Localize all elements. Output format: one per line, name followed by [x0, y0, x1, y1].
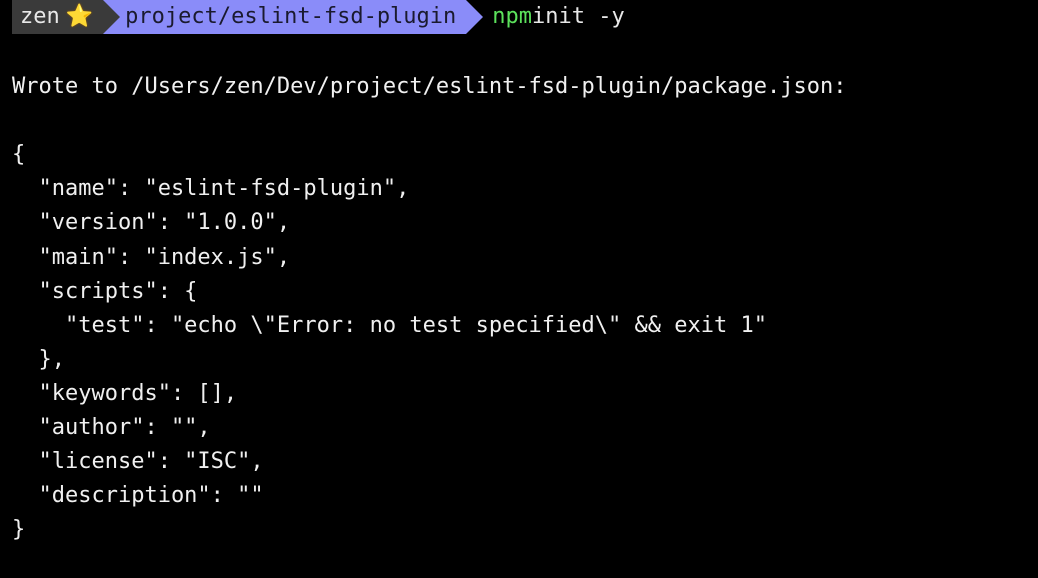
json-scripts-test: "test": "echo \"Error: no test specified… — [12, 313, 767, 338]
prompt-path-segment: project/eslint-fsd-plugin — [103, 0, 466, 34]
json-close-brace: } — [12, 517, 25, 542]
json-open-brace: { — [12, 142, 25, 167]
json-scripts-close: }, — [12, 347, 65, 372]
json-author: "author": "", — [12, 415, 211, 440]
output-wrote-line: Wrote to /Users/zen/Dev/project/eslint-f… — [12, 74, 846, 99]
prompt-user-segment: zen ⭐ — [12, 0, 103, 34]
prompt-path: project/eslint-fsd-plugin — [125, 0, 456, 34]
json-name: "name": "eslint-fsd-plugin", — [12, 176, 409, 201]
star-icon: ⭐ — [66, 0, 93, 34]
json-license: "license": "ISC", — [12, 449, 264, 474]
command-args: init -y — [532, 0, 625, 34]
prompt-username: zen — [20, 0, 60, 34]
terminal-output: Wrote to /Users/zen/Dev/project/eslint-f… — [12, 36, 1038, 547]
command-input[interactable]: npm init -y — [492, 0, 624, 34]
shell-prompt[interactable]: zen ⭐ project/eslint-fsd-plugin npm init… — [12, 0, 1038, 34]
json-main: "main": "index.js", — [12, 245, 290, 270]
command-binary: npm — [492, 0, 532, 34]
json-scripts-open: "scripts": { — [12, 279, 197, 304]
json-keywords: "keywords": [], — [12, 381, 237, 406]
json-version: "version": "1.0.0", — [12, 210, 290, 235]
json-description: "description": "" — [12, 483, 264, 508]
